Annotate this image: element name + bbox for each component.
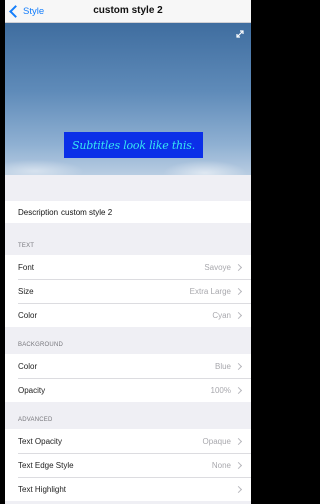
chevron-right-icon	[234, 287, 243, 295]
row-label: Color	[18, 310, 38, 320]
screen: Style custom style 2 Subtitles look like…	[5, 0, 251, 504]
text-highlight-row[interactable]: Text Highlight	[5, 477, 251, 501]
text-font-row[interactable]: Font Savoye	[5, 255, 251, 279]
chevron-right-icon	[234, 386, 243, 394]
text-color-row[interactable]: Color Cyan	[5, 303, 251, 327]
text-group: Font Savoye Size Extra Large Color Cyan	[5, 255, 251, 327]
text-size-row[interactable]: Size Extra Large	[5, 279, 251, 303]
row-value: Blue	[214, 361, 231, 371]
text-edge-style-row[interactable]: Text Edge Style None	[5, 453, 251, 477]
background-group: Color Blue Opacity 100%	[5, 354, 251, 402]
chevron-right-icon	[234, 311, 243, 319]
description-value: custom style 2	[61, 207, 113, 217]
description-group: Description custom style 2	[5, 201, 251, 223]
section-header-background: BACKGROUND	[18, 342, 64, 348]
description-label: Description	[18, 207, 59, 217]
chevron-right-icon	[234, 461, 243, 469]
chevron-right-icon	[234, 362, 243, 370]
row-label: Text Highlight	[18, 484, 67, 494]
chevron-right-icon	[234, 485, 243, 493]
row-label: Color	[18, 361, 38, 371]
background-color-row[interactable]: Color Blue	[5, 354, 251, 378]
subtitle-sample-text: Subtitles look like this.	[72, 138, 195, 152]
row-label: Opacity	[18, 385, 46, 395]
chevron-right-icon	[234, 263, 243, 271]
row-label: Text Edge Style	[18, 460, 74, 470]
row-value: Cyan	[212, 310, 231, 320]
navigation-bar: Style custom style 2	[5, 0, 251, 23]
description-row[interactable]: Description custom style 2	[5, 201, 251, 223]
row-value: None	[211, 460, 231, 470]
row-label: Text Opacity	[18, 436, 63, 446]
section-header-advanced: ADVANCED	[18, 417, 53, 423]
row-value: Extra Large	[189, 286, 231, 296]
text-opacity-row[interactable]: Text Opacity Opaque	[5, 429, 251, 453]
expand-icon[interactable]	[235, 29, 245, 39]
background-opacity-row[interactable]: Opacity 100%	[5, 378, 251, 402]
row-label: Size	[18, 286, 34, 296]
row-label: Font	[18, 262, 35, 272]
advanced-group: Text Opacity Opaque Text Edge Style None…	[5, 429, 251, 501]
row-value: Savoye	[204, 262, 231, 272]
subtitle-sample-box: Subtitles look like this.	[64, 132, 203, 158]
subtitle-preview: Subtitles look like this.	[5, 23, 251, 175]
row-value: Opaque	[202, 436, 231, 446]
chevron-right-icon	[234, 437, 243, 445]
page-title: custom style 2	[93, 5, 163, 16]
section-header-text: TEXT	[18, 243, 35, 249]
row-value: 100%	[210, 385, 231, 395]
